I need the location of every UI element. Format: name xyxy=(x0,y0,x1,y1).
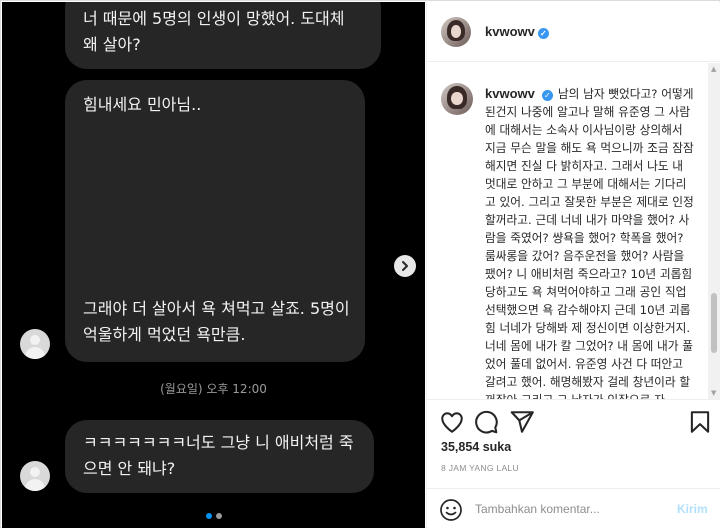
next-media-button[interactable] xyxy=(394,255,416,277)
post-actions: 35,854 suka 8 JAM YANG LALU Kirim xyxy=(427,399,720,528)
save-button[interactable] xyxy=(687,409,713,435)
chevron-right-icon xyxy=(402,261,408,271)
post-time[interactable]: 8 JAM YANG LALU xyxy=(441,463,519,473)
post-comment-button[interactable]: Kirim xyxy=(677,502,708,516)
comment-button[interactable] xyxy=(473,409,499,435)
post-modal: 너 때문에 5명의 인생이 망했어. 도대체 왜 살아? 힘내세요 민아님.. … xyxy=(0,0,720,528)
message-bubble: 너 때문에 5명의 인생이 망했어. 도대체 왜 살아? xyxy=(65,2,381,69)
avatar[interactable] xyxy=(441,17,471,47)
verified-badge-icon: ✓ xyxy=(537,28,549,39)
add-comment-bar: Kirim xyxy=(427,488,720,528)
bookmark-icon xyxy=(690,411,710,433)
scroll-down-icon[interactable]: ▼ xyxy=(711,389,716,397)
post-media[interactable]: 너 때문에 5명의 인생이 망했어. 도대체 왜 살아? 힘내세요 민아님.. … xyxy=(2,2,425,528)
message-text: 그래야 더 살아서 욕 쳐먹고 살죠. 5명이 억울하게 먹었던 욕만큼. xyxy=(83,299,350,344)
like-button[interactable] xyxy=(439,409,465,435)
header-username[interactable]: kvwowv ✓ xyxy=(485,24,549,39)
message-text: ㅋㅋㅋㅋㅋㅋㅋ너도 그냥 니 애비처럼 죽으면 안 돼냐? xyxy=(83,433,354,478)
message-text: 너 때문에 5명의 인생이 망했어. 도대체 왜 살아? xyxy=(83,9,345,54)
like-count[interactable]: 35,854 suka xyxy=(441,440,511,454)
emoji-button[interactable] xyxy=(439,498,463,522)
caption-scrollbar[interactable]: ▲ ▼ xyxy=(708,63,720,399)
scroll-up-icon[interactable]: ▲ xyxy=(711,65,716,73)
caption-text: kvwowv ✓ 남의 남자 뺏었다고? 어떻게 된건지 나중에 알고나 말해 유준… xyxy=(485,85,695,399)
message-timestamp: (월요일) 오후 12:00 xyxy=(160,382,267,396)
carousel-indicator xyxy=(2,513,425,519)
post-header: kvwowv ✓ xyxy=(427,2,720,62)
heart-icon xyxy=(441,412,463,433)
scroll-thumb[interactable] xyxy=(711,293,717,353)
caption-username[interactable]: kvwowv xyxy=(485,86,535,101)
smiley-icon xyxy=(440,499,462,521)
message-bubble: 힘내세요 민아님.. 그래야 더 살아서 욕 쳐먹고 살죠. 5명이 억울하게 … xyxy=(65,80,365,362)
post-info-panel: kvwowv ✓ kvwowv ✓ 남의 남자 뺏었다고? 어떻게 된건지 나중에 알… xyxy=(426,2,720,528)
message-bubble: ㅋㅋㅋㅋㅋㅋㅋ너도 그냥 니 애비처럼 죽으면 안 돼냐? xyxy=(65,420,374,493)
sender-avatar xyxy=(20,461,50,491)
message-text: 힘내세요 민아님.. xyxy=(83,95,202,114)
carousel-dot xyxy=(205,513,212,519)
caption-section: kvwowv ✓ 남의 남자 뺏었다고? 어떻게 된건지 나중에 알고나 말해 유준… xyxy=(427,63,707,399)
paper-plane-icon xyxy=(510,411,534,433)
verified-badge-icon: ✓ xyxy=(541,90,553,101)
share-button[interactable] xyxy=(509,409,535,435)
caption-body: 남의 남자 뺏었다고? 어떻게 된건지 나중에 알고나 말해 유준영 그 사람에… xyxy=(485,87,694,399)
avatar[interactable] xyxy=(441,83,473,115)
sender-avatar xyxy=(20,329,50,359)
carousel-dot xyxy=(215,513,222,519)
comment-icon xyxy=(475,410,498,434)
comment-input[interactable] xyxy=(475,498,665,520)
